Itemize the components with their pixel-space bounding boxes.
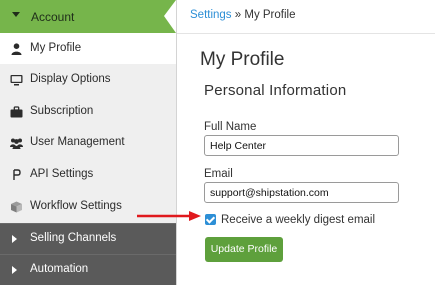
update-profile-button[interactable]: Update Profile xyxy=(205,237,283,262)
sidebar-section-selling-channels[interactable]: Selling Channels xyxy=(0,223,176,254)
weekly-digest-label: Receive a weekly digest email xyxy=(221,214,376,226)
sidebar-item-label: My Profile xyxy=(30,42,82,54)
sidebar-section-label: Selling Channels xyxy=(30,232,117,244)
api-icon xyxy=(13,169,21,180)
sidebar-item-label: Workflow Settings xyxy=(30,200,122,212)
caret-right-icon xyxy=(12,235,17,243)
sidebar-item-display-options[interactable]: Display Options xyxy=(0,64,176,95)
account-section-label: Account xyxy=(31,10,75,24)
sidebar-item-user-management[interactable]: User Management xyxy=(0,127,176,158)
active-notch xyxy=(164,0,176,33)
sidebar-item-subscription[interactable]: Subscription xyxy=(0,96,176,127)
weekly-digest-checkbox[interactable] xyxy=(205,214,216,225)
sidebar-section-automation[interactable]: Automation xyxy=(0,254,176,285)
users-icon xyxy=(10,138,23,149)
box-icon xyxy=(11,201,22,213)
breadcrumb-current: My Profile xyxy=(244,9,296,21)
sidebar-item-api-settings[interactable]: API Settings xyxy=(0,159,176,190)
account-section-header[interactable]: Account xyxy=(0,0,176,33)
caret-right-icon xyxy=(12,266,17,274)
sidebar-item-label: Subscription xyxy=(30,105,94,117)
full-name-label: Full Name xyxy=(204,121,257,133)
monitor-icon xyxy=(10,75,23,86)
sidebar-divider xyxy=(176,0,177,285)
sidebar-section-label: Automation xyxy=(30,263,89,275)
sidebar-item-label: Display Options xyxy=(30,73,111,85)
sidebar-item-my-profile[interactable]: My Profile xyxy=(0,33,176,64)
full-name-field[interactable]: Help Center xyxy=(204,135,399,156)
email-field[interactable]: support@shipstation.com xyxy=(204,182,399,203)
annotation-arrow-icon xyxy=(137,211,201,221)
sidebar-item-label: API Settings xyxy=(30,168,94,180)
breadcrumb: Settings » My Profile xyxy=(190,9,295,21)
sidebar: Account My Profile Display Options Subsc… xyxy=(0,0,176,285)
breadcrumb-link-settings[interactable]: Settings xyxy=(190,9,232,21)
user-icon xyxy=(11,43,22,55)
sidebar-item-label: User Management xyxy=(30,136,125,148)
email-label: Email xyxy=(204,168,233,180)
breadcrumb-separator: » xyxy=(231,9,245,21)
header-divider xyxy=(177,33,435,34)
page-title: My Profile xyxy=(200,49,285,70)
briefcase-icon xyxy=(10,106,23,118)
caret-down-icon xyxy=(12,12,20,17)
section-title: Personal Information xyxy=(204,82,347,99)
